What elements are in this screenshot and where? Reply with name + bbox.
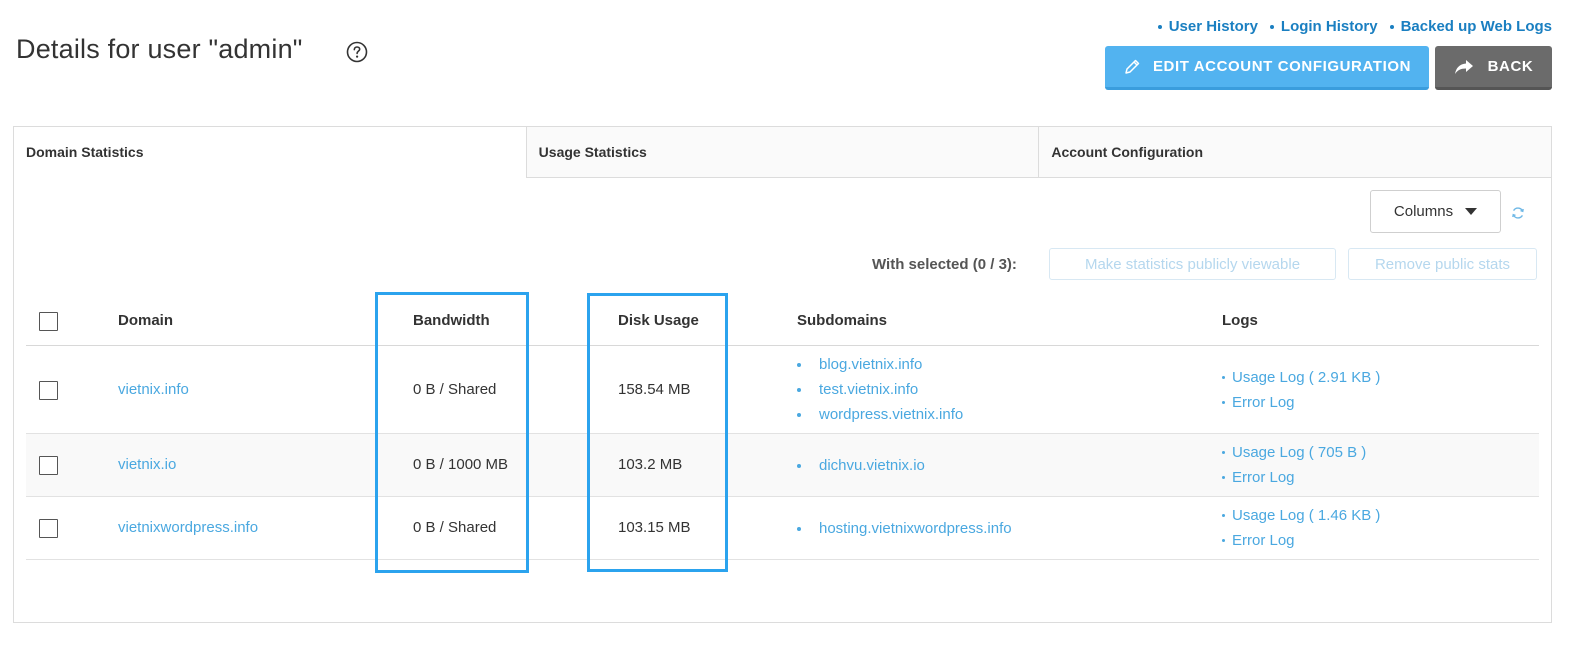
disk-usage-highlight-box xyxy=(587,293,728,572)
backed-up-web-logs-link[interactable]: Backed up Web Logs xyxy=(1389,18,1552,35)
table-row: vietnix.info 0 B / Shared 158.54 MB blog… xyxy=(26,346,1539,434)
remove-public-stats-button[interactable]: Remove public stats xyxy=(1348,248,1537,280)
bullet-icon xyxy=(797,463,801,468)
domain-link[interactable]: vietnixwordpress.info xyxy=(118,519,258,536)
edit-account-configuration-button[interactable]: EDIT ACCOUNT CONFIGURATION xyxy=(1105,46,1429,90)
subdomain-link[interactable]: test.vietnix.info xyxy=(797,377,963,402)
columns-dropdown[interactable]: Columns xyxy=(1370,190,1501,233)
bullet-icon xyxy=(1222,476,1225,479)
table-row: vietnixwordpress.info 0 B / Shared 103.1… xyxy=(26,497,1539,560)
refresh-icon[interactable] xyxy=(1511,206,1525,220)
error-log-link[interactable]: Error Log xyxy=(1222,465,1366,490)
subdomain-list: dichvu.vietnix.io xyxy=(797,453,925,478)
make-statistics-public-button[interactable]: Make statistics publicly viewable xyxy=(1049,248,1336,280)
subdomain-link[interactable]: hosting.vietnixwordpress.info xyxy=(797,516,1012,541)
pencil-icon xyxy=(1125,59,1140,74)
help-circle-icon[interactable] xyxy=(346,41,368,63)
table-row: vietnix.io 0 B / 1000 MB 103.2 MB dichvu… xyxy=(26,434,1539,497)
bullet-icon xyxy=(797,412,801,417)
log-list: Usage Log ( 2.91 KB ) Error Log xyxy=(1222,365,1380,415)
subdomain-list: blog.vietnix.info test.vietnix.info word… xyxy=(797,352,963,427)
usage-log-link[interactable]: Usage Log ( 2.91 KB ) xyxy=(1222,365,1380,390)
share-arrow-icon xyxy=(1454,59,1473,74)
row-checkbox[interactable] xyxy=(39,456,58,475)
subdomain-link[interactable]: wordpress.vietnix.info xyxy=(797,402,963,427)
details-panel: Domain Statistics Usage Statistics Accou… xyxy=(13,126,1552,623)
error-log-link[interactable]: Error Log xyxy=(1222,528,1380,553)
subdomain-link[interactable]: dichvu.vietnix.io xyxy=(797,453,925,478)
bullet-icon xyxy=(1269,24,1274,29)
tab-usage-statistics[interactable]: Usage Statistics xyxy=(525,127,1039,178)
login-history-link[interactable]: Login History xyxy=(1269,18,1378,35)
domain-link[interactable]: vietnix.info xyxy=(118,381,189,398)
header-links: User History Login History Backed up Web… xyxy=(1157,18,1552,35)
log-list: Usage Log ( 1.46 KB ) Error Log xyxy=(1222,503,1380,553)
bullet-icon xyxy=(797,387,801,392)
caret-down-icon xyxy=(1465,208,1478,215)
error-log-link[interactable]: Error Log xyxy=(1222,390,1380,415)
row-checkbox[interactable] xyxy=(39,519,58,538)
bullet-icon xyxy=(1222,401,1225,404)
bullet-icon xyxy=(1222,514,1225,517)
header-domain: Domain xyxy=(118,312,174,329)
with-selected-label: With selected (0 / 3): xyxy=(872,256,1017,273)
header-subdomains: Subdomains xyxy=(797,312,888,329)
log-list: Usage Log ( 705 B ) Error Log xyxy=(1222,440,1366,490)
tab-account-configuration[interactable]: Account Configuration xyxy=(1038,127,1552,178)
row-checkbox[interactable] xyxy=(39,381,58,400)
bullet-icon xyxy=(1222,539,1225,542)
domain-table: Domain Bandwidth Disk Usage Subdomains L… xyxy=(26,297,1539,560)
table-header: Domain Bandwidth Disk Usage Subdomains L… xyxy=(26,297,1539,346)
back-button[interactable]: BACK xyxy=(1435,46,1552,90)
bullet-icon xyxy=(797,526,801,531)
domain-link[interactable]: vietnix.io xyxy=(118,456,176,473)
user-history-link[interactable]: User History xyxy=(1157,18,1258,35)
bullet-icon xyxy=(1222,376,1225,379)
select-all-checkbox[interactable] xyxy=(39,312,58,331)
bandwidth-highlight-box xyxy=(375,292,529,573)
bullet-icon xyxy=(1222,451,1225,454)
tab-bar: Domain Statistics Usage Statistics Accou… xyxy=(14,127,1552,178)
page-title: Details for user "admin" xyxy=(16,34,303,64)
subdomain-link[interactable]: blog.vietnix.info xyxy=(797,352,963,377)
subdomain-list: hosting.vietnixwordpress.info xyxy=(797,516,1012,541)
usage-log-link[interactable]: Usage Log ( 705 B ) xyxy=(1222,440,1366,465)
bullet-icon xyxy=(1389,24,1394,29)
bullet-icon xyxy=(797,362,801,367)
bullet-icon xyxy=(1157,24,1162,29)
header-logs: Logs xyxy=(1222,312,1258,329)
tab-domain-statistics[interactable]: Domain Statistics xyxy=(14,127,526,178)
usage-log-link[interactable]: Usage Log ( 1.46 KB ) xyxy=(1222,503,1380,528)
